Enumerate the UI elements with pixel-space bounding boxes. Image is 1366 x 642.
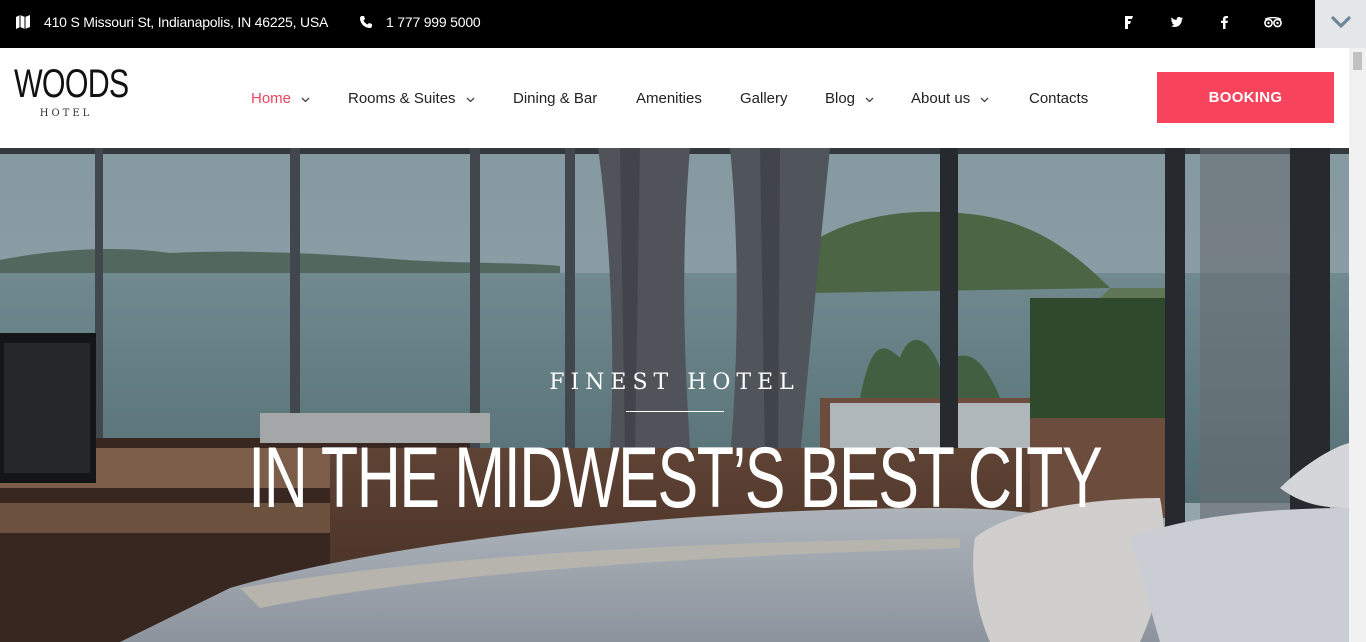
booking-button[interactable]: BOOKING — [1157, 72, 1334, 123]
page-scrollbar[interactable] — [1349, 48, 1366, 642]
hero-banner: FINEST HOTEL IN THE MIDWEST’S BEST CITY — [0, 148, 1349, 642]
nav-item-dining-bar[interactable]: Dining & Bar — [513, 48, 597, 148]
phone-text: 1 777 999 5000 — [386, 14, 481, 30]
nav-item-rooms-suites[interactable]: Rooms & Suites — [348, 48, 475, 148]
nav-item-label: Dining & Bar — [513, 89, 598, 107]
logo-wordmark: WOODS — [14, 62, 129, 106]
chevron-down-icon — [980, 90, 989, 107]
nav-item-blog[interactable]: Blog — [825, 48, 874, 148]
nav-item-label: Contacts — [1029, 89, 1089, 107]
nav-item-gallery[interactable]: Gallery — [740, 48, 788, 148]
chevron-down-icon — [301, 90, 310, 107]
logo-subtitle: HOTEL — [39, 108, 93, 119]
facebook-icon[interactable] — [1214, 12, 1234, 32]
nav-item-label: Gallery — [740, 89, 788, 107]
foursquare-icon[interactable] — [1119, 12, 1139, 32]
scrollbar-thumb[interactable] — [1353, 52, 1362, 70]
nav-item-label: Home — [251, 89, 292, 107]
hero-title: IN THE MIDWEST’S BEST CITY — [0, 430, 1349, 526]
nav-item-label: Rooms & Suites — [348, 89, 456, 107]
chevron-down-icon — [466, 90, 475, 107]
site-logo[interactable]: WOODS HOTEL — [14, 62, 129, 119]
hero-background-image — [0, 148, 1349, 642]
address-text: 410 S Missouri St, Indianapolis, IN 4622… — [44, 14, 329, 30]
nav-item-label: Blog — [825, 89, 856, 107]
chevron-down-icon — [1330, 15, 1351, 33]
hero-title-text: IN THE MIDWEST’S BEST CITY — [247, 430, 1102, 526]
top-info-bar: 410 S Missouri St, Indianapolis, IN 4622… — [0, 0, 1366, 48]
phone-info[interactable]: 1 777 999 5000 — [360, 0, 481, 44]
tripadvisor-icon[interactable] — [1263, 12, 1283, 32]
address-info: 410 S Missouri St, Indianapolis, IN 4622… — [16, 0, 328, 44]
hero-eyebrow: FINEST HOTEL — [549, 370, 800, 395]
nav-item-about-us[interactable]: About us — [911, 48, 989, 148]
map-icon — [16, 15, 30, 29]
phone-icon — [360, 16, 372, 28]
topbar-collapse-button[interactable] — [1315, 0, 1366, 48]
nav-item-home[interactable]: Home — [251, 48, 310, 148]
hero-divider — [626, 411, 724, 412]
nav-item-label: About us — [911, 89, 971, 107]
nav-item-contacts[interactable]: Contacts — [1029, 48, 1088, 148]
nav-item-amenities[interactable]: Amenities — [636, 48, 702, 148]
twitter-icon[interactable] — [1167, 12, 1187, 32]
chevron-down-icon — [865, 90, 874, 107]
nav-item-label: Amenities — [636, 89, 702, 107]
